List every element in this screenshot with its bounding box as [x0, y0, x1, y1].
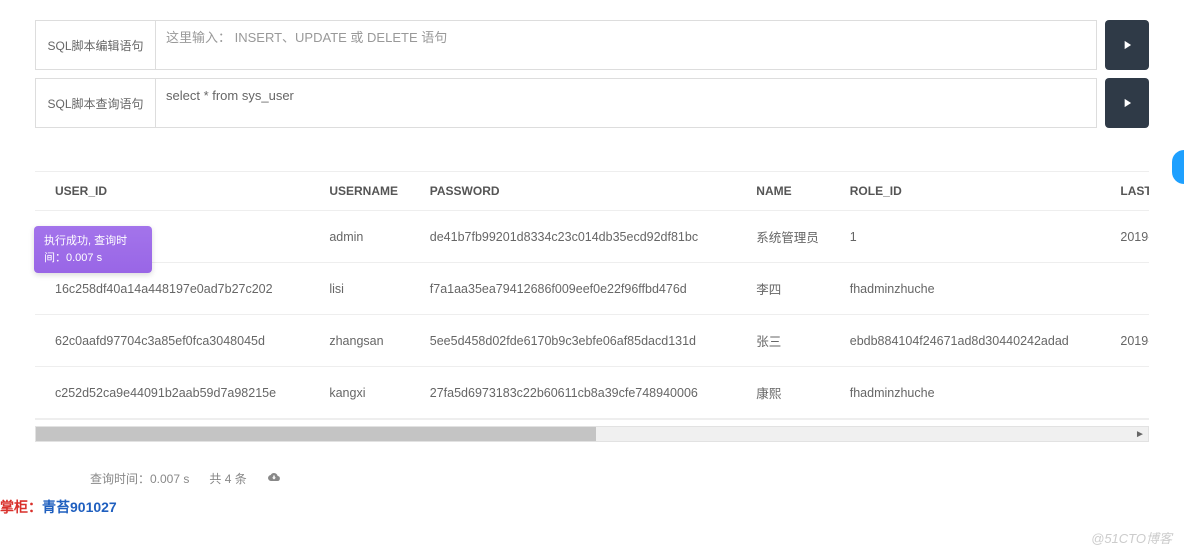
cell-last-login — [1110, 263, 1149, 315]
cell-password: f7a1aa35ea79412686f009eef0e22f96ffbd476d — [420, 263, 747, 315]
cell-password: 27fa5d6973183c22b60611cb8a39cfe748940006 — [420, 367, 747, 419]
cell-role-id: ebdb884104f24671ad8d30440242adad — [840, 315, 1111, 367]
table-row[interactable]: 16c258df40a14a448197e0ad7b27c202 lisi f7… — [35, 263, 1149, 315]
cell-username: lisi — [319, 263, 419, 315]
cell-last-login — [1110, 367, 1149, 419]
cell-name: 系统管理员 — [746, 211, 839, 263]
run-edit-button[interactable] — [1105, 20, 1149, 70]
col-role-id: ROLE_ID — [840, 172, 1111, 211]
tooltip-line2: 间：0.007 s — [44, 250, 142, 267]
sql-query-label: SQL脚本查询语句 — [35, 78, 155, 128]
scrollbar-thumb[interactable] — [36, 427, 596, 441]
col-name: NAME — [746, 172, 839, 211]
cell-password: de41b7fb99201d8334c23c014db35ecd92df81bc — [420, 211, 747, 263]
cell-role-id: 1 — [840, 211, 1111, 263]
cell-name: 张三 — [746, 315, 839, 367]
cell-username: kangxi — [319, 367, 419, 419]
play-icon — [1120, 96, 1134, 110]
cell-password: 5ee5d458d02fde6170b9c3ebfe06af85dacd131d — [420, 315, 747, 367]
run-query-button[interactable] — [1105, 78, 1149, 128]
col-password: PASSWORD — [420, 172, 747, 211]
watermark: @51CTO博客 — [1091, 528, 1172, 547]
sql-edit-label: SQL脚本编辑语句 — [35, 20, 155, 70]
cell-name: 康熙 — [746, 367, 839, 419]
cell-name: 李四 — [746, 263, 839, 315]
cell-username: admin — [319, 211, 419, 263]
sql-query-input[interactable] — [155, 78, 1097, 128]
results-table: USER_ID USERNAME PASSWORD NAME ROLE_ID L… — [35, 171, 1149, 419]
cell-user-id: c252d52ca9e44091b2aab59d7a98215e — [35, 367, 319, 419]
footer-count: 共 4 条 — [209, 470, 246, 487]
cell-username: zhangsan — [319, 315, 419, 367]
results-table-wrap[interactable]: USER_ID USERNAME PASSWORD NAME ROLE_ID L… — [35, 171, 1149, 420]
shopkeeper-label: 掌柜：青苔901027 — [0, 497, 117, 517]
cell-role-id: fhadminzhuche — [840, 263, 1111, 315]
cell-last-login: 2019-02- — [1110, 211, 1149, 263]
footer-query-time: 查询时间：0.007 s — [90, 470, 189, 487]
table-row[interactable]: c252d52ca9e44091b2aab59d7a98215e kangxi … — [35, 367, 1149, 419]
col-user-id: USER_ID — [35, 172, 319, 211]
tooltip-line1: 执行成功, 查询时 — [44, 233, 142, 250]
side-bubble[interactable] — [1172, 150, 1184, 184]
cell-user-id: 62c0aafd97704c3a85ef0fca3048045d — [35, 315, 319, 367]
table-row[interactable]: admin de41b7fb99201d8334c23c014db35ecd92… — [35, 211, 1149, 263]
play-icon — [1120, 38, 1134, 52]
col-last-login: LAST_LO — [1110, 172, 1149, 211]
cloud-download-icon[interactable] — [267, 471, 281, 486]
shopkeeper-prefix: 掌柜： — [0, 499, 42, 515]
cell-last-login: 2019-02- — [1110, 315, 1149, 367]
table-row[interactable]: 62c0aafd97704c3a85ef0fca3048045d zhangsa… — [35, 315, 1149, 367]
cell-role-id: fhadminzhuche — [840, 367, 1111, 419]
sql-edit-input[interactable] — [155, 20, 1097, 70]
success-tooltip: 执行成功, 查询时 间：0.007 s — [34, 226, 152, 273]
scroll-right-icon[interactable]: ► — [1132, 427, 1148, 441]
col-username: USERNAME — [319, 172, 419, 211]
horizontal-scrollbar[interactable]: ◄ ► — [35, 426, 1149, 442]
shopkeeper-value: 青苔901027 — [42, 499, 117, 515]
